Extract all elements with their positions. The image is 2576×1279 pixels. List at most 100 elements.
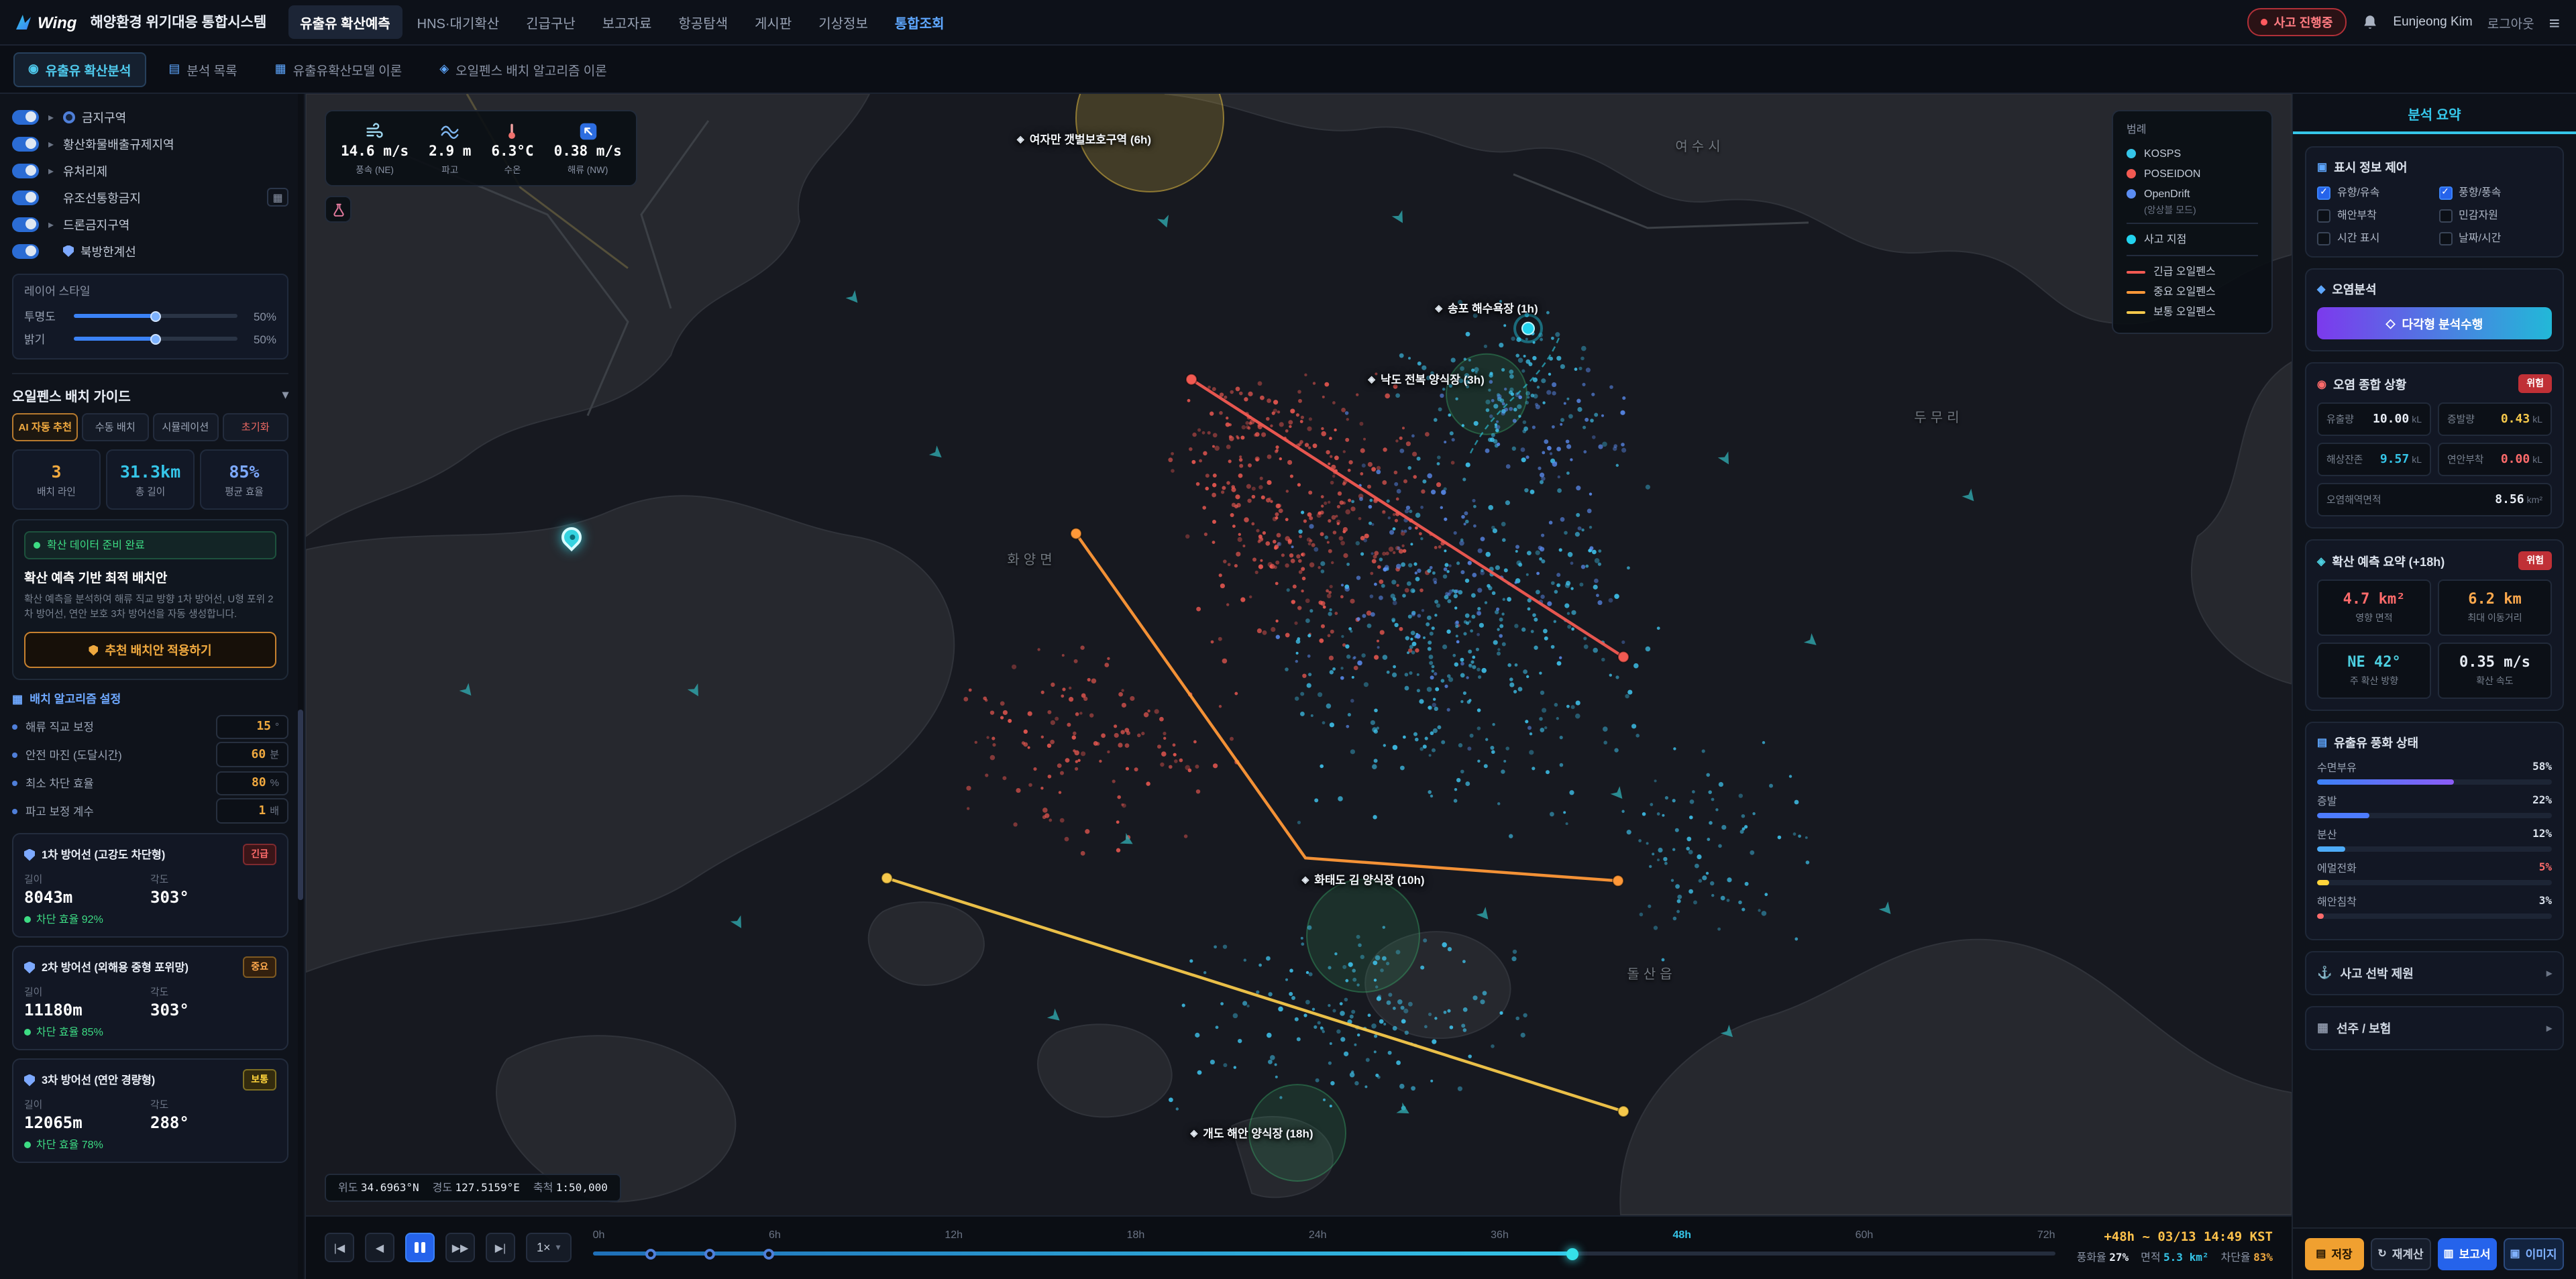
- slider-track[interactable]: [74, 314, 237, 318]
- pause-button[interactable]: [405, 1233, 435, 1262]
- nav-item-8[interactable]: 통합조회: [883, 5, 957, 39]
- notification-bell-icon[interactable]: [2361, 13, 2378, 31]
- checkbox[interactable]: [2438, 231, 2452, 245]
- subtab-label: 오일펜스 배치 알고리즘 이론: [455, 60, 607, 78]
- apply-plan-button[interactable]: 추천 배치안 적용하기: [24, 632, 276, 668]
- chevron-right-icon[interactable]: ▸: [46, 111, 56, 123]
- layer-toggle[interactable]: [12, 136, 39, 151]
- display-option[interactable]: ✓ 유향/유속: [2317, 185, 2430, 200]
- subtab-3[interactable]: ▦유출유확산모델 이론: [260, 52, 417, 87]
- guide-tab-3[interactable]: 시뮬레이션: [152, 413, 219, 441]
- timeline-track[interactable]: [593, 1252, 2055, 1256]
- guide-tab-1[interactable]: AI 자동 추천: [12, 413, 78, 441]
- menu-icon[interactable]: ≡: [2549, 11, 2560, 33]
- nav-item-3[interactable]: 긴급구난: [514, 5, 588, 39]
- timeline-tick[interactable]: 72h: [2037, 1229, 2055, 1241]
- chevron-right-icon[interactable]: ▸: [46, 137, 56, 150]
- checkbox[interactable]: [2317, 231, 2330, 245]
- timeline-tick[interactable]: 18h: [1127, 1229, 1145, 1241]
- analysis-summary-tab[interactable]: 분석 요약: [2293, 94, 2576, 134]
- slider-knob[interactable]: [150, 311, 161, 321]
- display-option[interactable]: ✓풍향/풍속: [2438, 185, 2552, 200]
- option-label: 유향/유속: [2337, 185, 2379, 200]
- nav-item-2[interactable]: HNS·대기확산: [405, 5, 512, 39]
- checkbox[interactable]: ✓: [2438, 186, 2452, 199]
- recalc-button[interactable]: ↻재계산: [2370, 1237, 2431, 1270]
- nav-item-7[interactable]: 기상정보: [806, 5, 880, 39]
- layer-toggle[interactable]: [12, 243, 39, 258]
- timeline-ticks: 0h 6h 12h 18h 24h 36h 48h 60h 72h: [593, 1225, 2055, 1252]
- timeline-tick[interactable]: 60h: [1856, 1229, 1874, 1241]
- polygon-analysis-button[interactable]: ◇ 다각형 분석수행: [2317, 307, 2552, 339]
- subtab-4[interactable]: ◈오일펜스 배치 알고리즘 이론: [425, 52, 621, 87]
- fence-guide-header[interactable]: 오일펜스 배치 가이드 ▾: [12, 373, 288, 405]
- nav-item-4[interactable]: 보고자료: [590, 5, 664, 39]
- timeline-slider[interactable]: 0h 6h 12h 18h 24h 36h 48h 60h 72h: [593, 1225, 2055, 1270]
- checkbox[interactable]: [2438, 209, 2452, 222]
- map-viewport[interactable]: ◈여자만 갯벌보호구역 (6h)◈송포 해수욕장 (1h)◈낙도 전복 양식장 …: [306, 94, 2292, 1215]
- display-option[interactable]: 시간 표시: [2317, 231, 2430, 245]
- playback-speed-select[interactable]: 1× ▾: [526, 1233, 572, 1262]
- fold-section-2[interactable]: ▦선주 / 보험▸: [2305, 1006, 2564, 1050]
- nav-item-6[interactable]: 게시판: [743, 5, 804, 39]
- deployment-marker-icon[interactable]: [763, 1248, 773, 1259]
- deployment-marker-icon[interactable]: [704, 1248, 715, 1259]
- fast-forward-button[interactable]: ▶▶: [445, 1233, 475, 1262]
- fold-section-1[interactable]: ⚓사고 선박 제원▸: [2305, 951, 2564, 995]
- save-button[interactable]: ▤저장: [2305, 1237, 2363, 1270]
- subtab-label: 유출유 확산분석: [46, 60, 131, 78]
- map-canvas[interactable]: [306, 94, 2292, 1215]
- app-logo[interactable]: Wing: [16, 13, 76, 32]
- report-button[interactable]: ▥보고서: [2438, 1237, 2496, 1270]
- scrollbar-thumb[interactable]: [298, 710, 303, 900]
- incident-status-badge[interactable]: 사고 진행중: [2247, 8, 2347, 36]
- slider-track[interactable]: [74, 337, 237, 341]
- deployment-marker-icon[interactable]: [646, 1248, 657, 1259]
- layer-toggle[interactable]: [12, 217, 39, 231]
- layer-toggle[interactable]: [12, 109, 39, 124]
- timeline-tick[interactable]: 24h: [1309, 1229, 1327, 1241]
- nav-item-1[interactable]: 유출유 확산예측: [288, 5, 402, 39]
- step-back-button[interactable]: ◀: [365, 1233, 394, 1262]
- timeline-readout: +48h ~ 03/13 14:49 KST 풍화율 27%면적 5.3 km²…: [2077, 1230, 2273, 1265]
- action-label: 재계산: [2392, 1245, 2424, 1262]
- timeline-tick[interactable]: 48h: [1672, 1229, 1691, 1241]
- defense-line-card-1[interactable]: 1차 방어선 (고강도 차단형)긴급길이8043m각도303°차단 효율 92%: [12, 833, 288, 938]
- checkbox[interactable]: [2317, 209, 2330, 222]
- image-button[interactable]: ▣이미지: [2503, 1237, 2564, 1270]
- defense-line-card-3[interactable]: 3차 방어선 (연안 경량형)보통길이12065m각도288°차단 효율 78%: [12, 1058, 288, 1163]
- user-name[interactable]: Eunjeong Kim: [2393, 15, 2472, 30]
- fold-label: 선주 / 보험: [2337, 1019, 2391, 1037]
- param-input[interactable]: 1배: [216, 798, 288, 824]
- subtab-1[interactable]: ◉유출유 확산분석: [13, 52, 146, 87]
- layer-toggle[interactable]: [12, 163, 39, 178]
- timeline-handle[interactable]: [1566, 1247, 1578, 1260]
- layer-action-icon[interactable]: ▦: [267, 188, 288, 207]
- display-option[interactable]: 날짜/시간: [2438, 231, 2552, 245]
- guide-tab-4[interactable]: 초기화: [223, 413, 289, 441]
- chevron-right-icon[interactable]: ▸: [46, 164, 56, 176]
- logout-button[interactable]: 로그아웃: [2487, 13, 2534, 32]
- timeline-tick[interactable]: 6h: [769, 1229, 781, 1241]
- param-input[interactable]: 60분: [216, 742, 288, 767]
- skip-start-button[interactable]: |◀: [325, 1233, 354, 1262]
- display-option[interactable]: 민감자원: [2438, 208, 2552, 223]
- collapse-chevron-icon[interactable]: ▾: [282, 388, 288, 402]
- nav-item-5[interactable]: 항공탐색: [666, 5, 740, 39]
- param-input[interactable]: 80%: [216, 771, 288, 795]
- timeline-tick[interactable]: 36h: [1491, 1229, 1509, 1241]
- timeline-tick[interactable]: 0h: [593, 1229, 605, 1241]
- chevron-right-icon[interactable]: ▸: [46, 218, 56, 230]
- checkbox[interactable]: ✓: [2317, 186, 2330, 199]
- defense-line-card-2[interactable]: 2차 방어선 (외해용 중형 포위망)중요길이11180m각도303°차단 효율…: [12, 946, 288, 1050]
- sample-tool-button[interactable]: [325, 196, 352, 223]
- display-option[interactable]: 해안부착: [2317, 208, 2430, 223]
- sidebar-scrollbar[interactable]: [298, 94, 303, 1279]
- timeline-tick[interactable]: 12h: [945, 1229, 963, 1241]
- slider-knob[interactable]: [150, 333, 161, 344]
- skip-end-button[interactable]: ▶|: [486, 1233, 515, 1262]
- subtab-2[interactable]: ▤분석 목록: [154, 52, 252, 87]
- param-input[interactable]: 15°: [216, 714, 288, 738]
- layer-toggle[interactable]: [12, 190, 39, 205]
- guide-tab-2[interactable]: 수동 배치: [83, 413, 149, 441]
